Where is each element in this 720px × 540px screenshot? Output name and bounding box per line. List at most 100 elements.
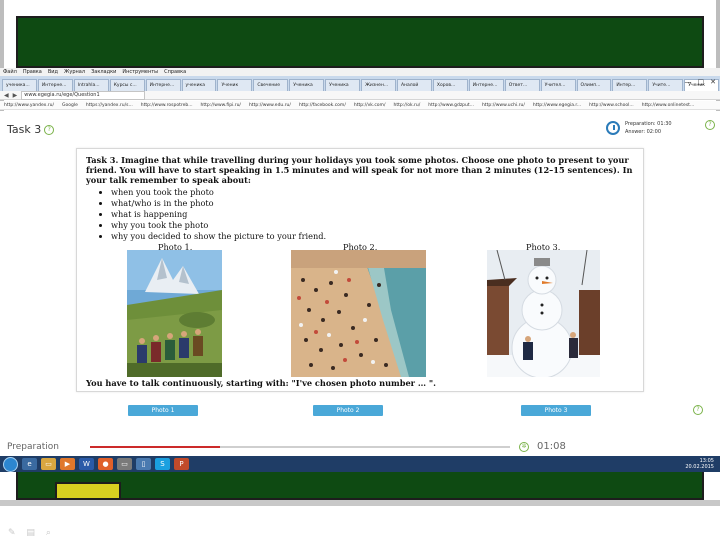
- preparation-label: Preparation: [7, 442, 59, 452]
- browser-tab-strip: ученика... Интерне... Intrahla... Курсы с..…: [0, 76, 720, 91]
- bullet-item: why you took the photo: [111, 220, 326, 231]
- back-icon[interactable]: ◀: [4, 92, 9, 99]
- chalk-eraser: [55, 482, 121, 500]
- progress-fill: [90, 446, 221, 448]
- help-icon-right[interactable]: ?: [705, 120, 715, 130]
- media-icon[interactable]: ▶: [60, 458, 75, 470]
- bookmark-link[interactable]: Google: [62, 103, 78, 108]
- word-icon[interactable]: W: [79, 458, 94, 470]
- browser-tab[interactable]: Интерне...: [468, 79, 504, 91]
- browser-tab[interactable]: Олимп...: [576, 79, 612, 91]
- photo-1-button[interactable]: Photo 1: [128, 405, 198, 416]
- tray-date: 20.02.2015: [685, 464, 714, 470]
- browser-tab[interactable]: Ответ...: [504, 79, 540, 91]
- browser-tab[interactable]: Ученик: [217, 79, 253, 91]
- task-title-text: Task 3: [7, 123, 42, 136]
- browser-tab[interactable]: Ученика: [325, 79, 361, 91]
- timer-preparation: Preparation: 01:30: [625, 121, 672, 127]
- minimize-icon[interactable]: —: [685, 78, 692, 86]
- menu-item[interactable]: Вид: [48, 69, 58, 75]
- preparation-progress: [90, 446, 510, 448]
- firefox-icon[interactable]: ●: [98, 458, 113, 470]
- window-controls: — □ ✕: [685, 78, 717, 86]
- browser-tab[interactable]: Ученика: [289, 79, 325, 91]
- system-tray-clock[interactable]: 13:05 20.02.2015: [685, 458, 714, 470]
- photo-1-hikers: [127, 250, 222, 377]
- start-button-icon[interactable]: [3, 456, 18, 472]
- menu-item[interactable]: Правка: [23, 69, 42, 75]
- photo-3-button[interactable]: Photo 3: [521, 405, 591, 416]
- close-icon[interactable]: ✕: [710, 78, 716, 86]
- clock-icon: [606, 121, 620, 135]
- forward-icon[interactable]: ▶: [13, 92, 18, 99]
- bookmark-link[interactable]: http://www.edu.ru/: [249, 103, 291, 108]
- search-icon[interactable]: ⌕: [46, 528, 51, 538]
- menu-item[interactable]: Закладки: [91, 69, 116, 75]
- timer-panel: Preparation: 01:30 Answer: 02:00: [606, 120, 672, 136]
- maximize-icon[interactable]: □: [698, 78, 705, 86]
- browser-tab[interactable]: Учите...: [648, 79, 684, 91]
- bookmark-link[interactable]: http://www.fipi.ru/: [201, 103, 241, 108]
- slides-icon[interactable]: ▤: [26, 528, 35, 538]
- browser-tab[interactable]: Свечение: [253, 79, 289, 91]
- bookmark-link[interactable]: http://www.rospotreb...: [141, 103, 193, 108]
- browser-tab[interactable]: Жизнен...: [361, 79, 396, 91]
- gear-icon: ✲: [519, 442, 529, 452]
- task-card: Task 3. Imagine that while travelling du…: [76, 148, 644, 392]
- bookmark-link[interactable]: http://vk.com/: [354, 103, 386, 108]
- browser-tab[interactable]: Учител...: [540, 79, 576, 91]
- task-closing: You have to talk continuously, starting …: [86, 378, 436, 388]
- bookmark-link[interactable]: http://www.school...: [589, 103, 634, 108]
- url-input[interactable]: www.egegia.ru/ege/Question1: [21, 90, 146, 100]
- browser-tab[interactable]: Интерне...: [37, 79, 73, 91]
- browser-tab[interactable]: ученика: [181, 79, 217, 91]
- timer-answer: Answer: 02:00: [625, 129, 662, 135]
- pen-icon[interactable]: ✎: [8, 528, 16, 538]
- skype-icon[interactable]: S: [155, 458, 170, 470]
- browser-menubar: Файл Правка Вид Журнал Закладки Инструменты Сп…: [0, 68, 720, 76]
- menu-item[interactable]: Журнал: [64, 69, 85, 75]
- presentation-icon[interactable]: P: [174, 458, 189, 470]
- task-instruction: Task 3. Imagine that while travelling du…: [86, 155, 633, 185]
- window-icon[interactable]: ▭: [117, 458, 132, 470]
- browser-tab[interactable]: Хоров...: [432, 79, 468, 91]
- bookmark-link[interactable]: http://www.egegia.r...: [533, 103, 581, 108]
- browser-tab[interactable]: Аналой: [396, 79, 432, 91]
- bookmark-link[interactable]: http://www.yandex.ru/: [4, 103, 54, 108]
- photo-2-beach: [291, 250, 426, 377]
- menu-item[interactable]: Справка: [164, 69, 186, 75]
- blackboard-ledge: [0, 500, 720, 506]
- browser-tab[interactable]: Интер...: [612, 79, 648, 91]
- timer-info: Preparation: 01:30 Answer: 02:00: [625, 120, 672, 136]
- bookmark-link[interactable]: http://ok.ru/: [393, 103, 420, 108]
- browser-tab[interactable]: ученика...: [2, 79, 37, 91]
- browser-tab[interactable]: Интерне...: [145, 79, 181, 91]
- page-title: Task 3?: [7, 123, 55, 136]
- bullet-item: what is happening: [111, 209, 326, 220]
- browser-tab[interactable]: Курсы с...: [109, 79, 145, 91]
- bookmark-link[interactable]: https://yandex.ru/s...: [86, 103, 133, 108]
- help-icon-bottom[interactable]: ?: [693, 405, 703, 415]
- photo-2-button[interactable]: Photo 2: [313, 405, 383, 416]
- bookmark-link[interactable]: http://www.onlinetest...: [642, 103, 695, 108]
- menu-item[interactable]: Инструменты: [122, 69, 158, 75]
- task-bullets: when you took the photo what/who is in t…: [99, 187, 326, 242]
- bullet-item: why you decided to show the picture to y…: [111, 231, 326, 242]
- ie-icon[interactable]: e: [22, 458, 37, 470]
- bullet-item: what/who is in the photo: [111, 198, 326, 209]
- bullet-item: when you took the photo: [111, 187, 326, 198]
- bookmark-link[interactable]: http://www.uchi.ru/: [482, 103, 525, 108]
- help-icon[interactable]: ?: [44, 125, 55, 135]
- address-bar: ◀ ▶ www.egegia.ru/ege/Question1: [0, 90, 720, 100]
- document-icon[interactable]: ▯: [136, 458, 151, 470]
- photo-3-snowman: [487, 250, 600, 377]
- preparation-time: 01:08: [537, 441, 566, 452]
- test-page: Task 3? Preparation: 01:30 Answer: 02:00…: [0, 111, 720, 456]
- folder-icon[interactable]: ▭: [41, 458, 56, 470]
- menu-item[interactable]: Файл: [3, 69, 17, 75]
- bookmarks-bar: http://www.yandex.ru/Google https://yande…: [0, 101, 720, 110]
- bookmark-link[interactable]: http://www.gdzput...: [428, 103, 474, 108]
- blackboard-top-panel: [16, 16, 704, 68]
- bookmark-link[interactable]: http://facebook.com/: [299, 103, 346, 108]
- browser-tab[interactable]: Intrahla...: [73, 79, 109, 91]
